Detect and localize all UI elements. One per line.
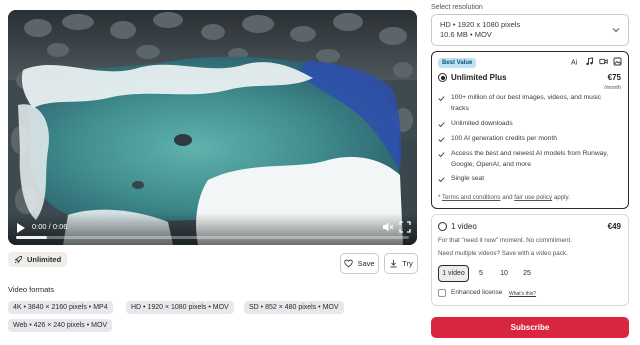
image-icon: [613, 57, 622, 66]
video-formats-title: Video formats: [8, 285, 55, 294]
format-tag-sd[interactable]: SD • 852 × 480 pixels • MOV: [244, 301, 344, 314]
plan-feature: 100 AI generation credits per month: [438, 134, 614, 145]
unlimited-badge: Unlimited: [8, 252, 68, 267]
media-type-icons: Ai: [571, 57, 622, 66]
resolution-label: Select resolution: [431, 4, 483, 11]
plan-name: Unlimited Plus: [451, 73, 507, 82]
plan-feature: Access the best and newest AI models fro…: [438, 149, 614, 170]
resolution-select[interactable]: HD • 1920 x 1080 pixels 10.6 MB • MOV: [431, 14, 629, 46]
check-icon: [438, 152, 445, 158]
terms-and: and: [500, 194, 515, 201]
chevron-down-icon: [612, 28, 620, 33]
format-tag-web[interactable]: Web • 426 × 240 pixels • MOV: [8, 319, 113, 332]
terms-link[interactable]: Terms and conditions: [442, 194, 500, 201]
rocket-icon: [14, 255, 23, 264]
check-icon: [438, 122, 445, 128]
unlimited-badge-label: Unlimited: [27, 255, 62, 264]
format-tag-hd[interactable]: HD • 1920 × 1080 pixels • MOV: [126, 301, 234, 314]
enhanced-license-checkbox[interactable]: [438, 289, 446, 297]
format-tag-4k[interactable]: 4K • 3840 × 2160 pixels • MP4: [8, 301, 113, 314]
resolution-selected-line2: 10.6 MB • MOV: [440, 30, 492, 39]
plan-card-single-video[interactable]: 1 video €49 For that "need it now" momen…: [431, 214, 629, 306]
plan-feature: Unlimited downloads: [438, 119, 614, 130]
plan-radio-selected[interactable]: [438, 73, 447, 82]
single-video-description: For that "need it now" moment. No commit…: [438, 237, 572, 244]
check-icon: [438, 96, 445, 102]
quantity-option-1[interactable]: 1 video: [438, 265, 469, 282]
whats-this-link[interactable]: What's this?: [509, 291, 536, 297]
video-progress-bar[interactable]: [16, 236, 409, 239]
video-icon: [599, 57, 608, 66]
music-icon: [585, 57, 594, 66]
volume-muted-icon[interactable]: [382, 221, 394, 233]
play-icon[interactable]: [16, 222, 26, 234]
check-icon: [438, 137, 445, 143]
plan-feature: 100+ million of our best images, videos,…: [438, 93, 614, 114]
plan-feature-text: Unlimited downloads: [451, 120, 513, 127]
video-pack-hint: Need multiple videos? Save with a video …: [438, 250, 568, 257]
video-frame: [8, 10, 417, 245]
plan-card-unlimited-plus[interactable]: Best Value Ai Unlimited Plus €75 /month …: [431, 51, 629, 209]
svg-text:Ai: Ai: [571, 60, 578, 67]
heart-icon: [344, 259, 354, 268]
quantity-option-25[interactable]: 25: [517, 265, 537, 282]
best-value-badge: Best Value: [438, 58, 477, 68]
terms-suffix: apply.: [552, 194, 570, 201]
ai-icon: Ai: [571, 57, 580, 67]
try-button-label: Try: [402, 259, 413, 268]
plan-feature-text: Access the best and newest AI models fro…: [451, 150, 609, 168]
quantity-option-10[interactable]: 10: [494, 265, 514, 282]
try-button[interactable]: Try: [384, 253, 418, 274]
single-video-name: 1 video: [451, 222, 477, 231]
resolution-selected-line1: HD • 1920 x 1080 pixels: [440, 20, 521, 29]
enhanced-license-label: Enhanced license: [451, 289, 503, 296]
plan-terms: * Terms and conditions and fair use poli…: [438, 194, 570, 201]
plan-feature-text: 100 AI generation credits per month: [451, 135, 557, 142]
plan-feature-text: Single seat: [451, 175, 485, 182]
plan-period: /month: [604, 85, 621, 91]
video-progress-fill: [16, 236, 48, 239]
fullscreen-icon[interactable]: [399, 221, 411, 233]
fair-use-policy-link[interactable]: fair use policy: [514, 194, 552, 201]
quantity-option-5[interactable]: 5: [472, 265, 490, 282]
single-video-price: €49: [607, 222, 621, 231]
video-time: 0:00 / 0:06: [32, 222, 68, 231]
plan-price: €75: [607, 73, 621, 82]
subscribe-button[interactable]: Subscribe: [431, 317, 629, 338]
plan-feature: Single seat: [438, 174, 614, 185]
video-controls: 0:00 / 0:06: [8, 213, 417, 245]
download-icon: [390, 259, 397, 268]
plan-feature-text: 100+ million of our best images, videos,…: [451, 94, 601, 112]
save-button-label: Save: [357, 259, 375, 268]
video-player[interactable]: 0:00 / 0:06: [8, 10, 417, 245]
single-video-radio[interactable]: [438, 222, 447, 231]
check-icon: [438, 177, 445, 183]
save-button[interactable]: Save: [340, 253, 379, 274]
